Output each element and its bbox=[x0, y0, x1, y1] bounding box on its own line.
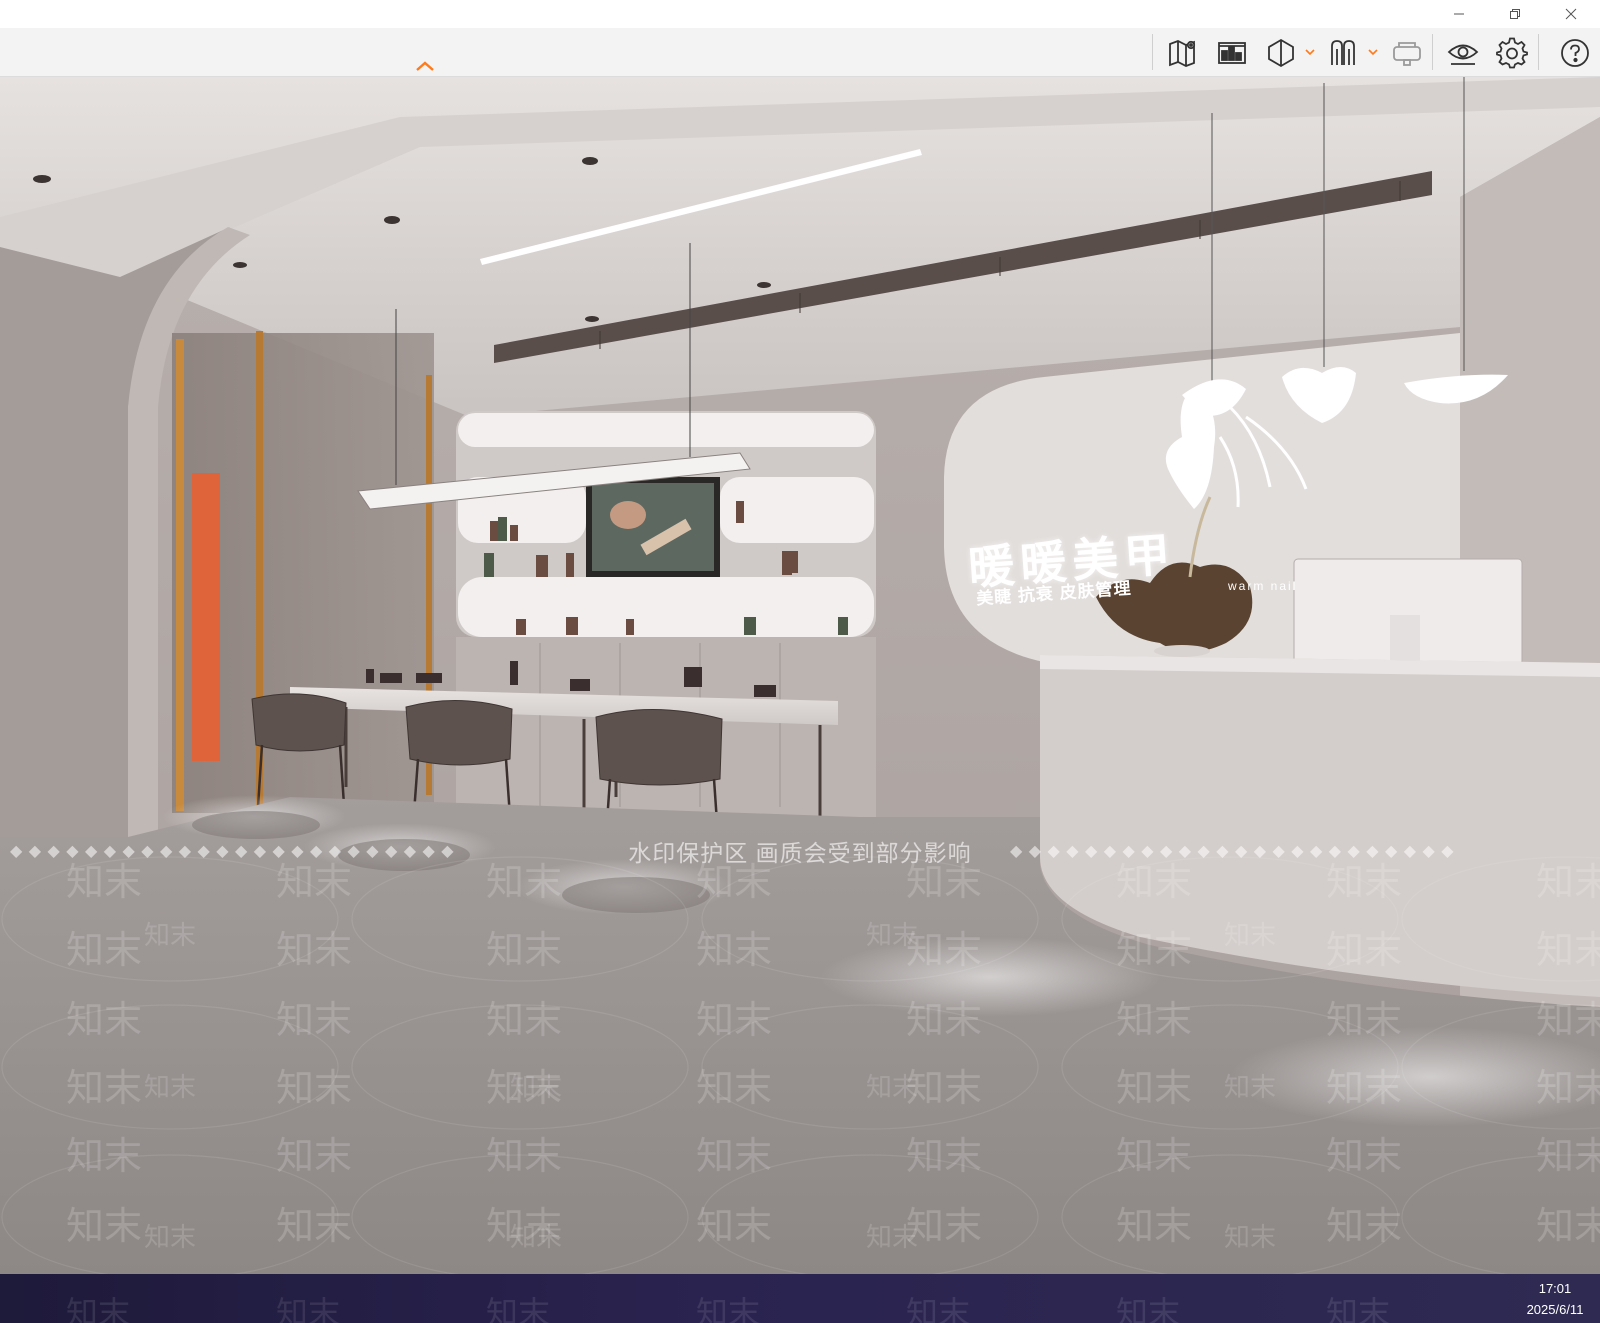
clock-time: 17:01 bbox=[1538, 1281, 1572, 1296]
help-button[interactable] bbox=[1556, 34, 1594, 72]
map-icon bbox=[1169, 40, 1196, 67]
watermark-text: 知末 bbox=[1116, 1295, 1181, 1323]
chevron-down-icon bbox=[1368, 49, 1378, 56]
toolbar-separator bbox=[1432, 34, 1433, 70]
roaming-dropdown[interactable] bbox=[1367, 46, 1379, 58]
viewer-toolbar bbox=[0, 28, 1600, 77]
collapse-toolbar-button[interactable] bbox=[412, 58, 438, 74]
nail-salon-render bbox=[0, 77, 1600, 1274]
system-taskbar: 知末 知末 知末 知末 知末 知末 知末 17:01 2025/6/11 bbox=[0, 1274, 1600, 1323]
watermark-text: 知末 bbox=[276, 1295, 341, 1323]
3d-view-icon bbox=[1268, 38, 1294, 68]
taskbar-clock[interactable]: 17:01 2025/6/11 bbox=[1510, 1274, 1600, 1323]
toolbar-separator bbox=[1152, 34, 1153, 70]
roaming-button[interactable] bbox=[1324, 34, 1362, 72]
minimize-icon bbox=[1454, 13, 1464, 15]
watermark-text: 知末 bbox=[1326, 1295, 1391, 1323]
watermark-diamonds: ◆ ◆ ◆ ◆ ◆ ◆ ◆ ◆ ◆ ◆ ◆ ◆ ◆ ◆ ◆ ◆ ◆ ◆ ◆ ◆ … bbox=[1010, 843, 1455, 860]
visibility-button[interactable] bbox=[1444, 34, 1482, 72]
3d-view-dropdown[interactable] bbox=[1304, 46, 1316, 58]
minimize-button[interactable] bbox=[1436, 0, 1482, 28]
watermark-text: 知末 bbox=[906, 1295, 971, 1323]
restore-button[interactable] bbox=[1492, 0, 1538, 28]
watermark-text: 知末 bbox=[696, 1295, 761, 1323]
close-button[interactable] bbox=[1548, 0, 1594, 28]
vr-headset-icon bbox=[1393, 42, 1421, 66]
chevron-down-icon bbox=[1305, 49, 1315, 56]
clock-date: 2025/6/11 bbox=[1526, 1302, 1584, 1317]
settings-button[interactable] bbox=[1493, 34, 1531, 72]
vr-button[interactable] bbox=[1388, 34, 1426, 72]
watermark-text: 知末 bbox=[486, 1295, 551, 1323]
close-icon bbox=[1565, 8, 1577, 20]
eye-icon bbox=[1447, 44, 1479, 65]
watermark-banner-text: 水印保护区 画质会受到部分影响 bbox=[628, 840, 972, 866]
map-button[interactable] bbox=[1164, 34, 1202, 72]
watermark-banner: ◆ ◆ ◆ ◆ ◆ ◆ ◆ ◆ ◆ ◆ ◆ ◆ ◆ ◆ ◆ ◆ ◆ ◆ ◆ ◆ … bbox=[0, 836, 1600, 866]
3d-view-button[interactable] bbox=[1262, 34, 1300, 72]
help-icon bbox=[1561, 39, 1589, 67]
window-titlebar bbox=[0, 0, 1600, 28]
gear-icon bbox=[1496, 37, 1528, 69]
toolbar-separator bbox=[1538, 34, 1539, 70]
floorplan-button[interactable] bbox=[1213, 34, 1251, 72]
watermark-diamonds: ◆ ◆ ◆ ◆ ◆ ◆ ◆ ◆ ◆ ◆ ◆ ◆ ◆ ◆ ◆ ◆ ◆ ◆ ◆ ◆ … bbox=[10, 843, 455, 860]
restore-icon bbox=[1510, 9, 1520, 19]
panorama-viewport[interactable]: 暖暖美甲 美睫 抗衰 皮肤管理 warm nail ◆ ◆ ◆ ◆ ◆ ◆ ◆ … bbox=[0, 77, 1600, 1274]
chevron-up-icon bbox=[416, 61, 434, 71]
floorplan-icon bbox=[1218, 42, 1246, 64]
roaming-icon bbox=[1331, 40, 1355, 65]
watermark-text: 知末 bbox=[66, 1295, 131, 1323]
salon-sign-english: warm nail bbox=[1228, 579, 1298, 593]
